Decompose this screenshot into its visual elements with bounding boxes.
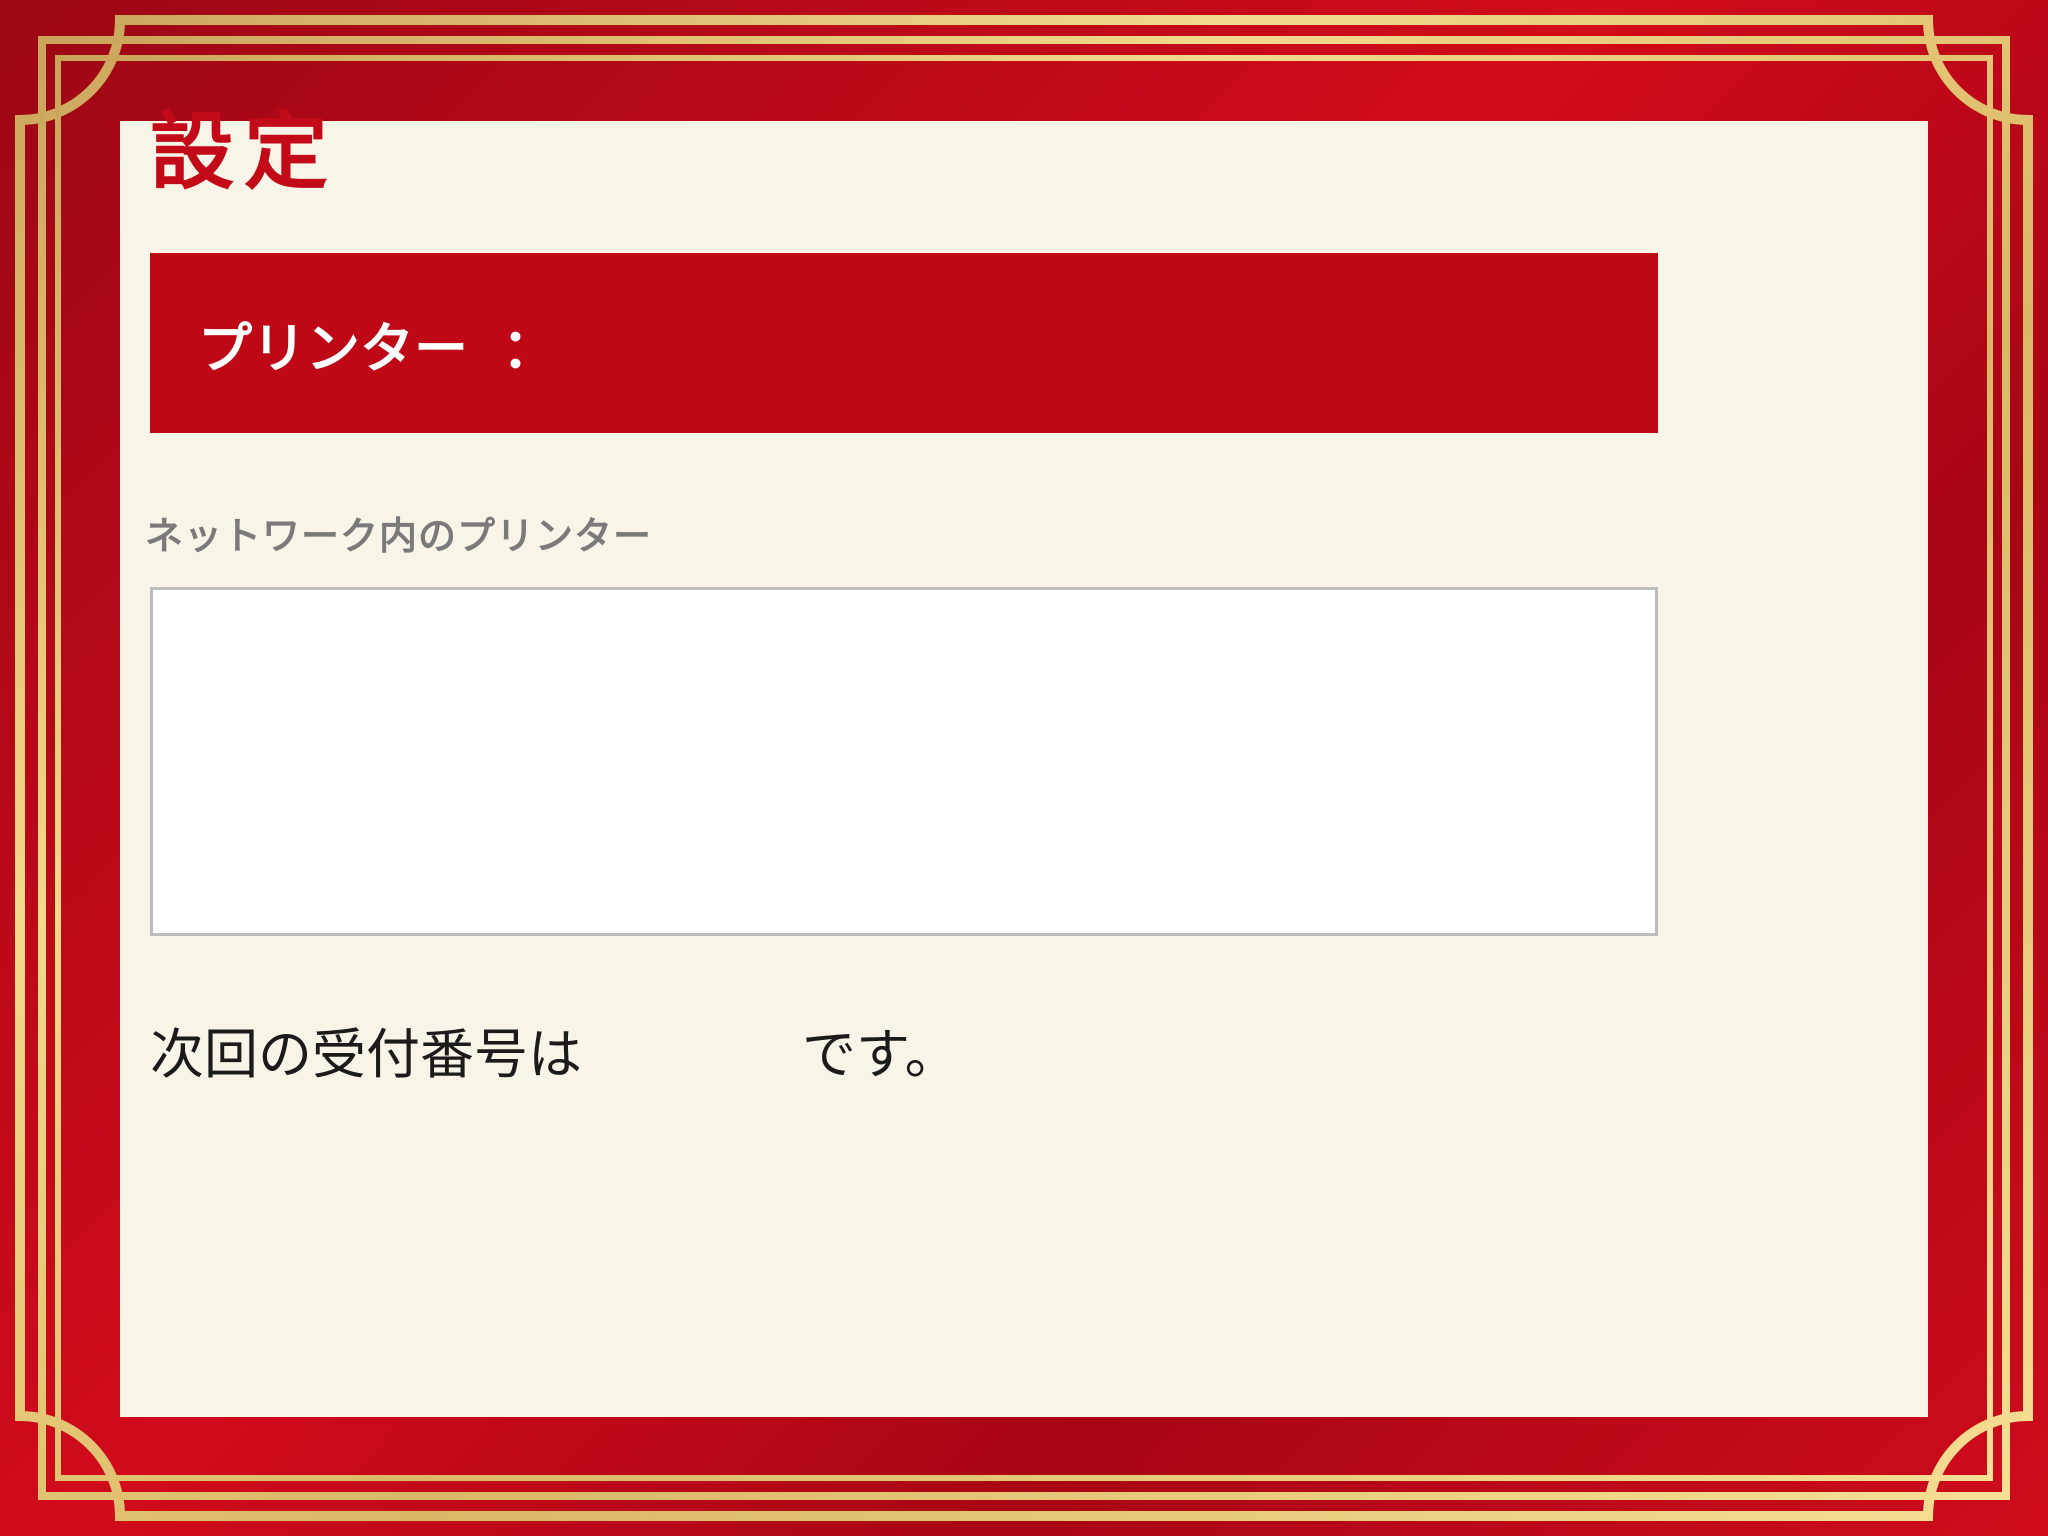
- selected-printer-bar: プリンター ：: [150, 253, 1658, 433]
- receipt-prefix: 次回の受付番号は: [150, 1023, 582, 1086]
- page-title: 設定: [150, 102, 339, 201]
- printer-separator: ：: [502, 316, 556, 380]
- network-printer-list[interactable]: [150, 587, 1658, 936]
- network-printers-label: ネットワーク内のプリンター: [145, 514, 653, 558]
- next-receipt-number-text: 次回の受付番号は です。: [150, 1010, 959, 1089]
- receipt-suffix: です。: [802, 1023, 959, 1086]
- printer-label: プリンター: [198, 316, 468, 380]
